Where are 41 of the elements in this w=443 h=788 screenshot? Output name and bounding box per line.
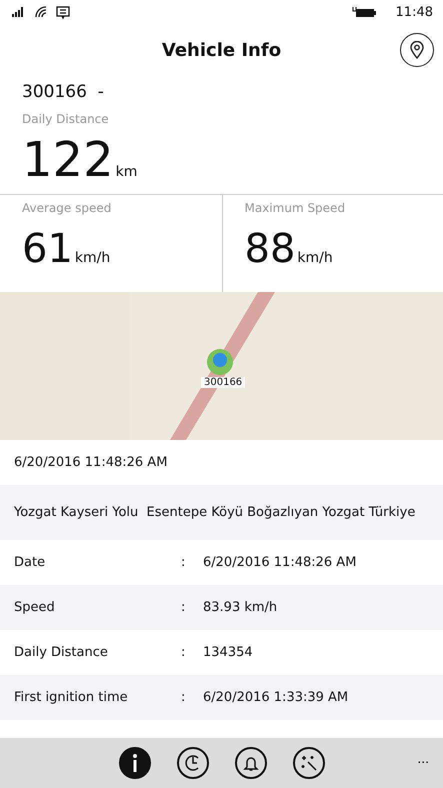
page-title: Vehicle Info [162, 40, 282, 60]
map-pin-icon [410, 41, 424, 59]
detail-value: 6/20/2016 1:33:39 AM [203, 690, 348, 705]
stat-value: 61 [22, 229, 73, 269]
vehicle-id: 300166 - [21, 81, 105, 102]
detail-value: 6/20/2016 11:48:26 AM [203, 555, 356, 570]
separator: : [181, 645, 186, 660]
message-icon [56, 6, 70, 18]
clock-icon [184, 754, 202, 772]
battery-icon [352, 6, 376, 18]
history-button[interactable] [176, 747, 208, 779]
separator: : [181, 690, 186, 705]
stat-value: 88 [244, 229, 296, 269]
unit-label: km/h [74, 250, 110, 266]
wifi-icon [34, 6, 48, 18]
magic-wand-icon [300, 754, 318, 772]
info-icon [132, 754, 138, 772]
separator: : [181, 600, 186, 615]
signal-icon [12, 7, 26, 17]
detail-label: Speed [14, 600, 55, 615]
address: Yozgat Kayseri Yolu Esentepe Köyü Boğazlıyan Yozgat Türkiye [14, 505, 416, 520]
map-marker-label: 300166 [201, 377, 246, 388]
info-button[interactable] [118, 747, 150, 779]
stat-label: Average speed [22, 201, 112, 215]
separator: : [181, 555, 186, 570]
location-button[interactable] [400, 33, 434, 67]
detail-value: 134354 [203, 645, 253, 660]
timestamp: 6/20/2016 11:48:26 AM [14, 455, 168, 470]
magic-button[interactable] [292, 747, 324, 779]
daily-distance-value: 122 [22, 136, 114, 184]
unit-label: km [116, 164, 138, 180]
unit-label: km/h [297, 250, 333, 266]
alarm-button[interactable] [234, 747, 266, 779]
more-button[interactable]: ... [417, 750, 429, 766]
daily-distance-label: Daily Distance [22, 112, 110, 126]
stat-label: Maximum Speed [244, 201, 346, 215]
detail-value: 83.93 km/h [203, 600, 278, 615]
detail-label: First ignition time [14, 690, 128, 705]
status-time: 11:48 [396, 4, 433, 20]
detail-label: Date [14, 555, 46, 570]
detail-label: Daily Distance [14, 645, 108, 660]
